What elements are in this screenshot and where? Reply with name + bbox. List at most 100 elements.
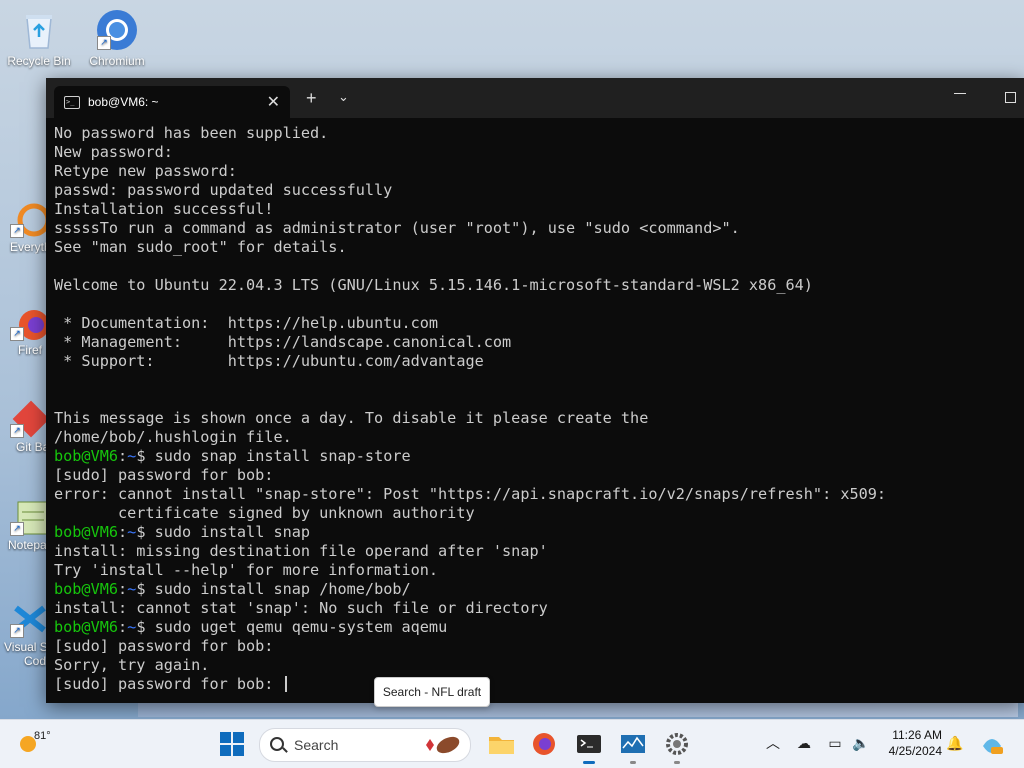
line-text: Sorry, try again. <box>54 656 210 674</box>
desktop-icon-label: Visual S <box>4 640 46 654</box>
desktop-icon-vscode[interactable]: ↗ Visual S Cod <box>0 600 46 668</box>
minimize-icon[interactable] <box>954 86 968 100</box>
line-text: * Support: https://ubuntu.com/advantage <box>54 352 484 370</box>
git-bash-icon: ↗ <box>8 400 46 440</box>
shortcut-arrow-icon: ↗ <box>10 424 24 438</box>
output-line: install: missing destination file operan… <box>54 542 1014 561</box>
line-text: error: cannot install "snap-store": Post… <box>54 485 887 503</box>
line-text: Installation successful! <box>54 200 274 218</box>
output-line: * Support: https://ubuntu.com/advantage <box>54 352 1014 371</box>
prompt-line: bob@VM6:~$ sudo snap install snap-store <box>54 447 411 465</box>
desktop-icon-label: Recycle Bin <box>7 54 71 68</box>
desktop-icon-label: Notepa <box>8 538 46 552</box>
notification-bell-icon[interactable]: 🔔 <box>946 734 964 752</box>
desktop-icon-recycle-bin[interactable]: Recycle Bin <box>0 2 78 68</box>
maximize-icon[interactable] <box>1005 92 1016 103</box>
prompt-user: bob@VM6 <box>54 523 119 541</box>
line-text: passwd: password updated successfully <box>54 181 393 199</box>
output-line: This message is shown once a day. To dis… <box>54 409 1014 428</box>
volume-muted-icon[interactable]: 🔈 <box>852 734 870 752</box>
prompt-path: ~ <box>127 523 137 541</box>
resource-monitor-icon[interactable] <box>617 728 649 764</box>
file-explorer-icon[interactable] <box>485 728 517 760</box>
line-text: See "man sudo_root" for details. <box>54 238 347 256</box>
new-tab-icon[interactable]: + <box>306 88 317 109</box>
output-line: * Management: https://landscape.canonica… <box>54 333 1014 352</box>
chromium-icon: ↗ <box>95 8 139 52</box>
prompt-path: ~ <box>127 447 137 465</box>
shortcut-arrow-icon: ↗ <box>97 36 111 50</box>
line-text: Retype new password: <box>54 162 237 180</box>
clock[interactable]: 11:26 AM 4/25/2024 <box>880 727 942 759</box>
line-text: certificate signed by unknown authority <box>54 504 475 522</box>
line-text: * Documentation: https://help.ubuntu.com <box>54 314 439 332</box>
desktop-icon-label: Git Ba <box>16 440 46 454</box>
line-text: sssssTo run a command as administrator (… <box>54 219 740 237</box>
terminal-output[interactable]: No password has been supplied. New passwo… <box>54 124 1014 703</box>
taskbar-search-box[interactable]: Search <box>259 728 471 762</box>
terminal-window[interactable]: >_ bob@VM6: ~ ✕ + ⌄ No password has been… <box>46 78 1024 703</box>
desktop-icon-firefox[interactable]: ↗ Firef <box>0 303 46 357</box>
line-text: install: missing destination file operan… <box>54 542 548 560</box>
line-text: $ sudo install snap <box>136 523 311 541</box>
shortcut-arrow-icon: ↗ <box>10 327 24 341</box>
output-line: certificate signed by unknown authority <box>54 504 1014 523</box>
firefox-taskbar-icon[interactable] <box>528 728 560 760</box>
weather-temperature: 81° <box>34 730 51 742</box>
terminal-taskbar-icon[interactable] <box>573 728 605 764</box>
line-text: $ sudo install snap /home/bob/ <box>136 580 411 598</box>
prompt-user: bob@VM6 <box>54 580 119 598</box>
line-text: [sudo] password for bob: <box>54 637 274 655</box>
desktop-icon-everything[interactable]: ↗ Everyth <box>0 200 46 254</box>
output-line: * Documentation: https://help.ubuntu.com <box>54 314 1014 333</box>
output-line: passwd: password updated successfully <box>54 181 1014 200</box>
line-text: [sudo] password for bob: <box>54 466 274 484</box>
prompt-path: ~ <box>127 580 137 598</box>
notepad-icon: ↗ <box>8 498 46 538</box>
vscode-icon: ↗ <box>8 600 46 640</box>
tab-bob-vm6[interactable]: >_ bob@VM6: ~ ✕ <box>54 86 290 118</box>
output-line: install: cannot stat 'snap': No such fil… <box>54 599 1014 618</box>
output-line: error: cannot install "snap-store": Post… <box>54 485 1014 504</box>
settings-gear-icon[interactable] <box>661 728 693 764</box>
desktop-icon-label: Cod <box>24 654 46 668</box>
taskbar: 81° Search ︿ ☁ ▭ 🔈 11:26 AM 4/25/2024 🔔 <box>0 719 1024 768</box>
onedrive-icon[interactable]: ☁ <box>795 734 813 752</box>
close-tab-icon[interactable]: ✕ <box>267 92 280 112</box>
line-text: install: cannot stat 'snap': No such fil… <box>54 599 548 617</box>
text-cursor <box>284 676 287 692</box>
output-line: sssssTo run a command as administrator (… <box>54 219 1014 238</box>
display-icon[interactable]: ▭ <box>826 734 844 752</box>
firefox-icon: ↗ <box>8 303 46 343</box>
prompt-user: bob@VM6 <box>54 618 119 636</box>
line-text: * Management: https://landscape.canonica… <box>54 333 512 351</box>
line-text: $ sudo snap install snap-store <box>136 447 411 465</box>
desktop-icon-git-bash[interactable]: ↗ Git Ba <box>0 400 46 454</box>
recycle-bin-icon <box>17 8 61 52</box>
start-button[interactable] <box>220 732 244 756</box>
desktop-icon-chromium[interactable]: ↗ Chromium <box>78 2 156 68</box>
output-line: /home/bob/.hushlogin file. <box>54 428 1014 447</box>
shortcut-arrow-icon: ↗ <box>10 624 24 638</box>
title-bar[interactable]: >_ bob@VM6: ~ ✕ + ⌄ <box>46 78 1024 118</box>
chevron-down-icon[interactable]: ⌄ <box>338 89 349 105</box>
output-line: Welcome to Ubuntu 22.04.3 LTS (GNU/Linux… <box>54 276 1014 295</box>
output-line: Retype new password: <box>54 162 1014 181</box>
line-text: [sudo] password for bob: <box>54 675 283 693</box>
search-icon <box>270 737 284 751</box>
output-line: New password: <box>54 143 1014 162</box>
prompt-line: bob@VM6:~$ sudo install snap <box>54 523 311 541</box>
desktop-icon-notepad[interactable]: ↗ Notepa <box>0 498 46 552</box>
output-line: [sudo] password for bob: <box>54 637 1014 656</box>
clock-time: 11:26 AM <box>892 728 942 742</box>
weather-widget[interactable]: 81° <box>20 730 60 758</box>
search-tooltip: Search - NFL draft <box>374 677 490 707</box>
copilot-icon[interactable] <box>980 734 1004 754</box>
line-text: Try 'install --help' for more informatio… <box>54 561 439 579</box>
chevron-up-icon[interactable]: ︿ <box>764 734 782 752</box>
line-text: No password has been supplied. <box>54 124 329 142</box>
